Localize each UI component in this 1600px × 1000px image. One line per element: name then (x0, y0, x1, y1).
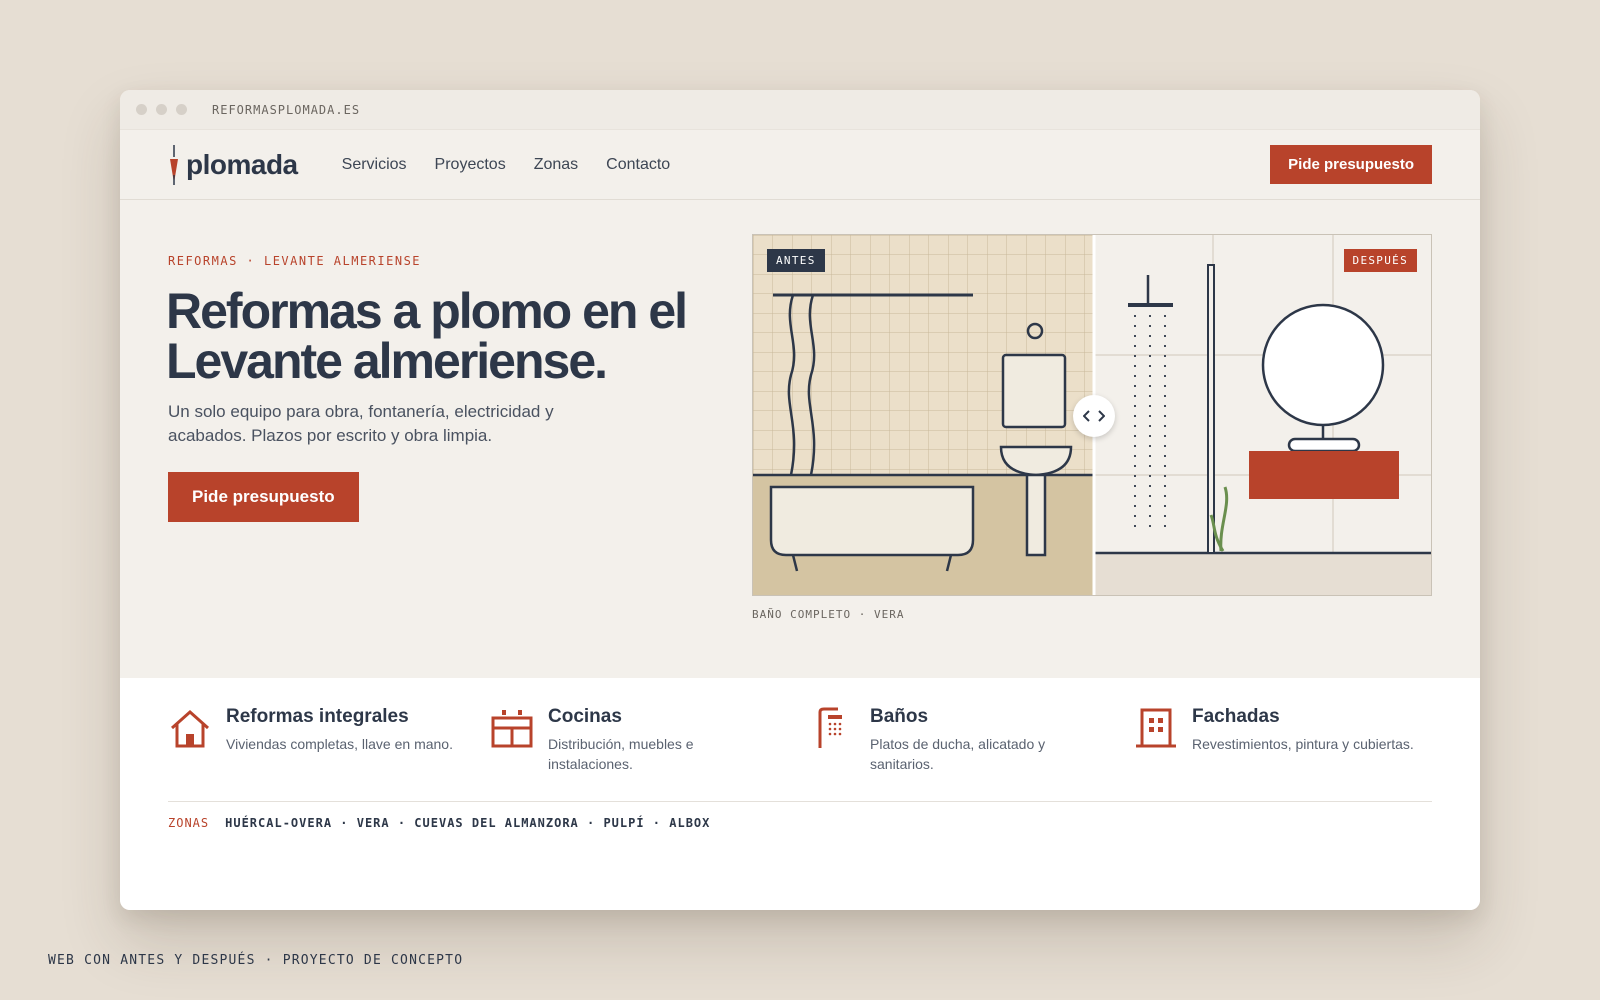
hero-eyebrow: REFORMAS · LEVANTE ALMERIENSE (168, 254, 422, 268)
after-image (1095, 235, 1431, 595)
after-label: DESPUÉS (1343, 249, 1417, 272)
nav-link-zonas[interactable]: Zonas (534, 156, 578, 174)
plumb-bob-icon (170, 144, 178, 185)
nav-link-contacto[interactable]: Contacto (606, 156, 670, 174)
header-quote-button[interactable]: Pide presupuesto (1270, 145, 1432, 184)
project-caption: WEB CON ANTES Y DESPUÉS · PROYECTO DE CO… (48, 953, 464, 968)
service-fachadas[interactable]: Fachadas Revestimientos, pintura y cubie… (1134, 706, 1456, 774)
window-close-dot[interactable] (136, 104, 147, 115)
service-title: Fachadas (1192, 706, 1280, 727)
zones-bar: ZONAS HUÉRCAL-OVERA · VERA · CUEVAS DEL … (168, 816, 710, 830)
service-title: Reformas integrales (226, 706, 409, 727)
browser-titlebar: REFORMASPLOMADA.ES (120, 90, 1480, 130)
service-desc: Viviendas completas, llave en mano. (226, 736, 453, 752)
service-reformas-integrales[interactable]: Reformas integrales Viviendas completas,… (168, 706, 490, 774)
building-icon (1136, 708, 1176, 748)
service-cocinas[interactable]: Cocinas Distribución, muebles e instalac… (490, 706, 812, 774)
hero-lead: Un solo equipo para obra, fontanería, el… (168, 402, 554, 445)
chevron-left-right-icon (1083, 410, 1105, 422)
main-nav: Servicios Proyectos Zonas Contacto (342, 156, 1271, 174)
hero-headline: Reformas a plomo en el Levante almeriens… (166, 283, 688, 389)
site-logo[interactable]: plomada (168, 144, 298, 185)
kitchen-icon (491, 710, 533, 748)
service-desc: Revestimientos, pintura y cubiertas. (1192, 736, 1414, 752)
service-desc: Platos de ducha, alicatado y sanitarios. (870, 736, 1046, 772)
window-minimize-dot[interactable] (156, 104, 167, 115)
logo-wordmark: plomada (186, 148, 298, 180)
service-banos[interactable]: Baños Platos de ducha, alicatado y sanit… (812, 706, 1134, 774)
window-maximize-dot[interactable] (176, 104, 187, 115)
zones-label: ZONAS (168, 816, 210, 830)
shower-icon (818, 707, 842, 748)
section-divider (168, 801, 1432, 802)
address-bar[interactable]: REFORMASPLOMADA.ES (212, 103, 360, 117)
nav-link-servicios[interactable]: Servicios (342, 156, 407, 174)
service-desc: Distribución, muebles e instalaciones. (548, 736, 694, 772)
browser-window: REFORMASPLOMADA.ES plomada Servicios Pro… (120, 90, 1480, 910)
service-title: Cocinas (548, 706, 622, 727)
slider-handle[interactable] (1073, 395, 1115, 437)
before-image (753, 235, 1093, 595)
site-header: plomada Servicios Proyectos Zonas Contac… (120, 130, 1480, 200)
services-section: Reformas integrales Viviendas completas,… (120, 678, 1480, 910)
comparison-caption: BAÑO COMPLETO · VERA (752, 608, 905, 621)
before-after-slider[interactable]: ANTES DESPUÉS (752, 234, 1432, 596)
before-label: ANTES (767, 249, 825, 272)
nav-link-proyectos[interactable]: Proyectos (435, 156, 506, 174)
services-list: Reformas integrales Viviendas completas,… (168, 706, 1456, 774)
service-title: Baños (870, 706, 929, 727)
hero-quote-button[interactable]: Pide presupuesto (168, 472, 359, 522)
zones-list: HUÉRCAL-OVERA · VERA · CUEVAS DEL ALMANZ… (225, 816, 711, 830)
house-icon (171, 709, 209, 748)
hero-section: REFORMAS · LEVANTE ALMERIENSE Reformas a… (120, 200, 1480, 678)
